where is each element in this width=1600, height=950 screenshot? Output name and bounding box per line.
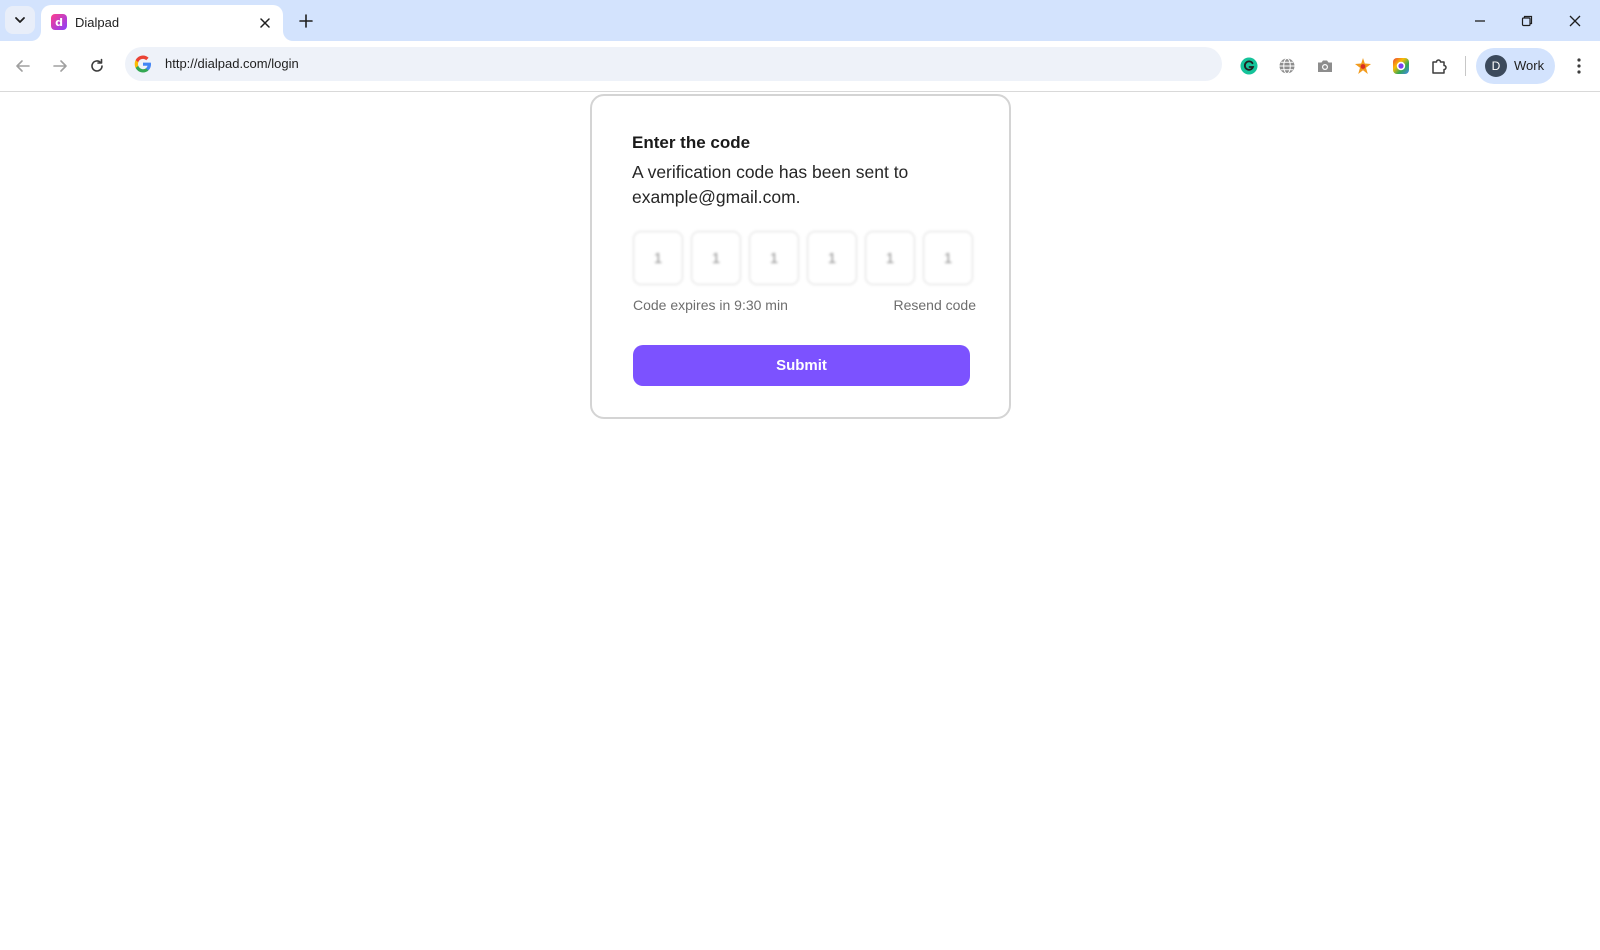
profile-button[interactable]: D Work (1476, 48, 1555, 84)
page-title: Enter the code (632, 133, 751, 152)
restore-button[interactable] (1512, 6, 1542, 36)
globe-icon[interactable] (1275, 54, 1299, 78)
code-digit-input[interactable]: 1 (807, 231, 857, 285)
more-vertical-icon (1577, 58, 1581, 74)
camera-icon[interactable] (1313, 54, 1337, 78)
restore-icon (1521, 15, 1533, 27)
code-expiry-text: Code expires in 9:30 min (633, 297, 788, 313)
dialpad-favicon-icon: d (51, 14, 67, 30)
minimize-icon (1475, 20, 1485, 22)
toolbar-divider (1465, 56, 1466, 76)
reload-icon (91, 58, 103, 72)
close-icon (260, 18, 270, 28)
sparkle-extension-icon[interactable] (1351, 54, 1375, 78)
arrow-right-icon (53, 60, 67, 72)
address-bar-url: http://dialpad.com/login (165, 56, 299, 71)
grammarly-icon[interactable] (1237, 54, 1261, 78)
browser-menu-button[interactable] (1567, 54, 1591, 78)
avatar: D (1485, 55, 1507, 77)
close-icon (1569, 15, 1581, 27)
new-tab-button[interactable] (293, 8, 319, 34)
profile-label: Work (1514, 58, 1545, 73)
arrow-left-icon (16, 60, 30, 72)
reload-button[interactable] (82, 51, 112, 81)
browser-tab-active[interactable]: d Dialpad (41, 5, 283, 41)
code-digit-input[interactable]: 1 (633, 231, 683, 285)
tab-search-button[interactable] (5, 6, 35, 34)
code-input-group: 1 1 1 1 1 1 (633, 231, 973, 285)
verification-card: Enter the code A verification code has b… (590, 94, 1011, 419)
color-picker-icon[interactable] (1389, 54, 1413, 78)
code-digit-input[interactable]: 1 (923, 231, 973, 285)
tab-title: Dialpad (75, 15, 120, 30)
tab-strip: d Dialpad (0, 0, 1600, 41)
submit-button[interactable]: Submit (633, 345, 970, 386)
back-button[interactable] (8, 51, 38, 81)
forward-button[interactable] (45, 51, 75, 81)
plus-icon (299, 14, 313, 28)
minimize-button[interactable] (1465, 6, 1495, 36)
code-digit-input[interactable]: 1 (691, 231, 741, 285)
address-bar[interactable]: http://dialpad.com/login (125, 47, 1222, 81)
puzzle-icon[interactable] (1427, 54, 1451, 78)
code-digit-input[interactable]: 1 (865, 231, 915, 285)
google-icon (134, 55, 151, 73)
verification-description: A verification code has been sent to exa… (632, 162, 909, 207)
close-window-button[interactable] (1560, 6, 1590, 36)
code-digit-input[interactable]: 1 (749, 231, 799, 285)
resend-code-link[interactable]: Resend code (893, 297, 976, 313)
browser-toolbar: http://dialpad.com/login D Work (0, 41, 1600, 92)
tab-close-button[interactable] (255, 13, 275, 33)
chevron-down-icon (15, 17, 25, 23)
